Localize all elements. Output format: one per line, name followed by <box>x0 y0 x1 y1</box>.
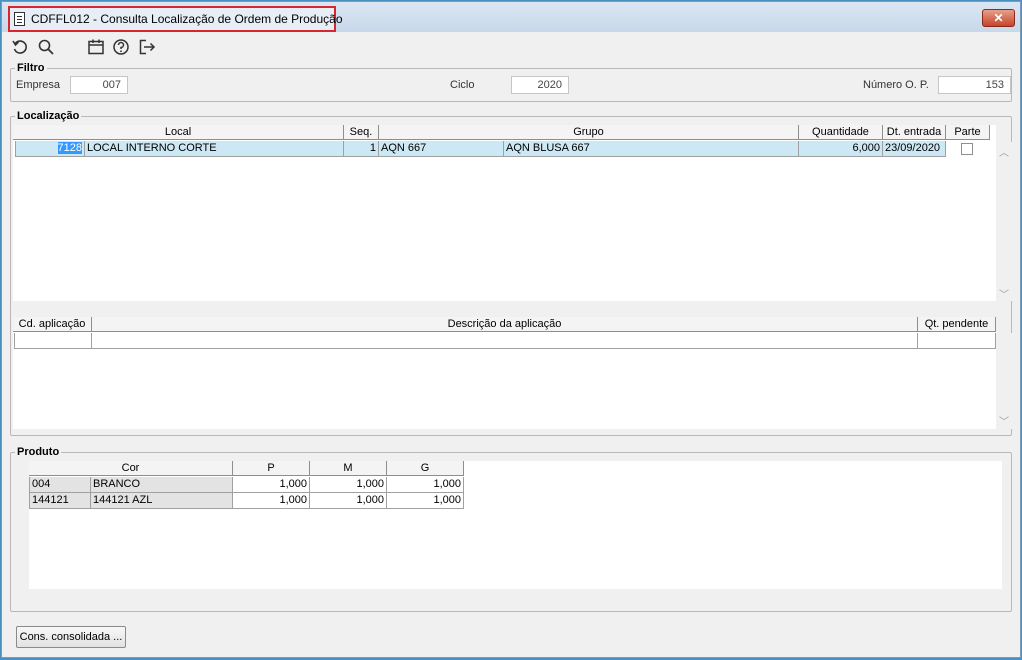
refresh-icon[interactable] <box>11 38 29 56</box>
aplicacao-scrollbar[interactable]: ﹀ <box>996 333 1012 429</box>
parte-checkbox[interactable] <box>961 143 973 155</box>
col-dt-entrada[interactable]: Dt. entrada <box>883 125 946 140</box>
localizacao-grid: Local Seq. Grupo Quantidade Dt. entrada … <box>13 125 996 301</box>
produto-legend: Produto <box>17 446 60 458</box>
seq-cell[interactable]: 1 <box>344 141 379 157</box>
scroll-down-icon[interactable]: ﹀ <box>999 286 1009 301</box>
m-cell[interactable]: 1,000 <box>310 477 387 493</box>
cons-consolidada-button[interactable]: Cons. consolidada ... <box>16 626 126 648</box>
window-title: CDFFL012 - Consulta Localização de Ordem… <box>31 12 343 26</box>
document-icon <box>14 12 25 26</box>
col-local[interactable]: Local <box>13 125 344 140</box>
cor-code-cell[interactable]: 004 <box>29 477 91 493</box>
col-g[interactable]: G <box>387 461 464 476</box>
col-cor[interactable]: Cor <box>29 461 233 476</box>
empty-cell[interactable] <box>918 333 996 349</box>
m-cell[interactable]: 1,000 <box>310 493 387 509</box>
filtro-legend: Filtro <box>17 62 45 74</box>
g-cell[interactable]: 1,000 <box>387 477 464 493</box>
calendar-icon[interactable] <box>87 38 105 56</box>
local-code-value: 7128 <box>57 142 82 154</box>
scroll-down-icon[interactable]: ﹀ <box>999 413 1009 428</box>
col-p[interactable]: P <box>233 461 310 476</box>
empty-cell[interactable] <box>14 333 92 349</box>
empresa-label: Empresa <box>16 79 61 91</box>
cor-name-cell[interactable]: BRANCO <box>91 477 233 493</box>
p-cell[interactable]: 1,000 <box>233 493 310 509</box>
toolbar <box>2 34 1020 60</box>
ciclo-label: Ciclo <box>450 79 475 91</box>
scroll-up-icon[interactable]: ︿ <box>999 144 1009 159</box>
title-frame: CDFFL012 - Consulta Localização de Ordem… <box>8 6 343 32</box>
col-qt-pendente[interactable]: Qt. pendente <box>918 317 996 332</box>
empty-cell[interactable] <box>92 333 918 349</box>
localizacao-legend: Localização <box>17 110 80 122</box>
col-descricao-aplicacao[interactable]: Descrição da aplicação <box>92 317 918 332</box>
p-cell[interactable]: 1,000 <box>233 477 310 493</box>
numero-op-field[interactable]: 153 <box>938 76 1011 94</box>
g-cell[interactable]: 1,000 <box>387 493 464 509</box>
title-bar: CDFFL012 - Consulta Localização de Ordem… <box>2 2 1020 32</box>
cor-name-cell[interactable]: 144121 AZL <box>91 493 233 509</box>
col-seq[interactable]: Seq. <box>344 125 379 140</box>
dt-entrada-cell[interactable]: 23/09/2020 <box>883 141 946 157</box>
numero-op-label: Número O. P. <box>863 79 929 91</box>
aplicacao-grid: Cd. aplicação Descrição da aplicação Qt.… <box>13 317 996 429</box>
produto-grid: Cor P M G 004 BRANCO 1,000 1,000 1,000 1… <box>29 461 1002 589</box>
cor-code-cell[interactable]: 144121 <box>29 493 91 509</box>
ciclo-field[interactable]: 2020 <box>511 76 569 94</box>
main-window: CDFFL012 - Consulta Localização de Ordem… <box>1 1 1021 658</box>
col-quantidade[interactable]: Quantidade <box>799 125 883 140</box>
close-button[interactable]: ✕ <box>982 9 1015 27</box>
quantidade-cell[interactable]: 6,000 <box>799 141 883 157</box>
col-m[interactable]: M <box>310 461 387 476</box>
col-parte[interactable]: Parte <box>946 125 990 140</box>
empresa-field[interactable]: 007 <box>70 76 128 94</box>
exit-icon[interactable] <box>138 38 156 56</box>
help-icon[interactable] <box>112 38 130 56</box>
local-name-cell[interactable]: LOCAL INTERNO CORTE <box>85 141 344 157</box>
col-grupo[interactable]: Grupo <box>379 125 799 140</box>
localizacao-scrollbar[interactable]: ︿ ﹀ <box>996 142 1012 301</box>
grupo-name-cell[interactable]: AQN BLUSA 667 <box>504 141 799 157</box>
col-cd-aplicacao[interactable]: Cd. aplicação <box>13 317 92 332</box>
local-code-cell[interactable]: 7128 <box>15 141 85 157</box>
grupo-code-cell[interactable]: AQN 667 <box>379 141 504 157</box>
search-icon[interactable] <box>37 38 55 56</box>
